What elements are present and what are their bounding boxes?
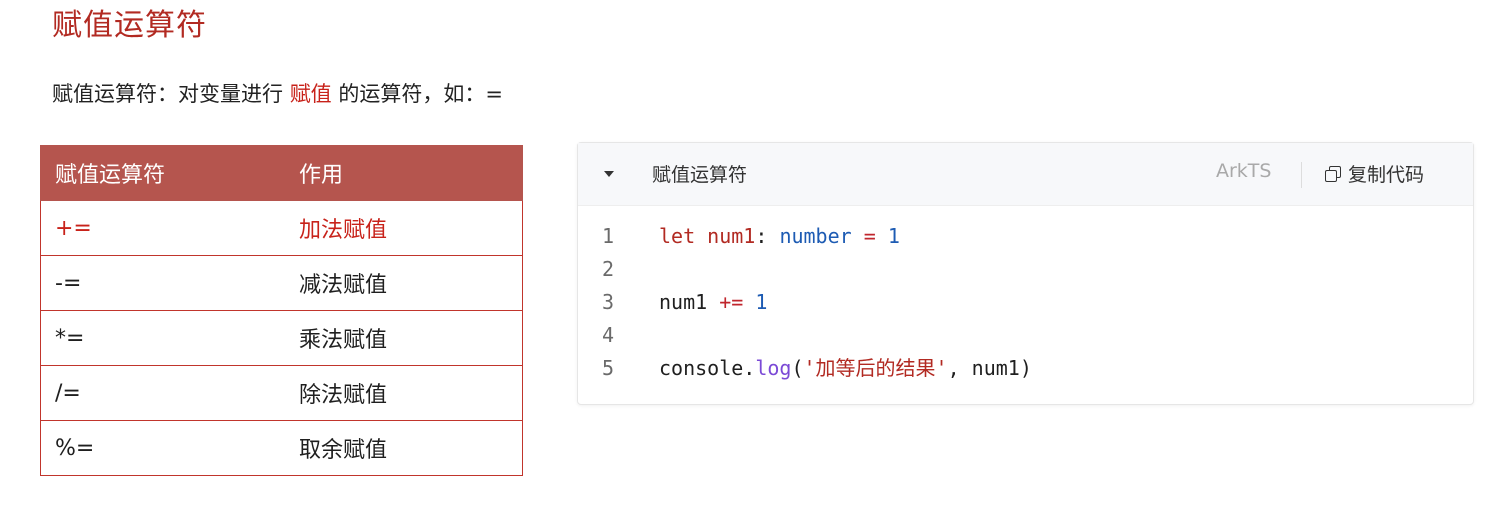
intro-text: 赋值运算符：对变量进行 赋值 的运算符，如：= <box>52 78 503 110</box>
code-token: 1 <box>887 224 900 248</box>
line-number: 2 <box>602 257 615 281</box>
intro-prefix: 赋值运算符：对变量进行 <box>52 82 290 106</box>
code-token: number <box>779 224 852 248</box>
code-block: 赋值运算符 ArkTS 复制代码 1 let num1: number = 123… <box>577 142 1474 405</box>
table-row: /= 除法赋值 <box>40 365 523 421</box>
intro-suffix: 的运算符，如：= <box>331 82 503 106</box>
copy-icon <box>1324 165 1342 183</box>
code-token: num1 <box>707 224 756 248</box>
operator-cell: += <box>40 200 277 256</box>
copy-code-button[interactable]: 复制代码 <box>1324 160 1424 187</box>
code-body: 1 let num1: number = 1 2 3 num1 += 1 4 5 consol… <box>578 223 1473 388</box>
code-token: += <box>719 290 744 314</box>
operator-cell: %= <box>40 420 277 476</box>
code-token: = <box>863 224 876 248</box>
meaning-cell: 取余赋值 <box>277 420 523 476</box>
operator-table: 赋值运算符 作用 += 加法赋值 -= 减法赋值 *= 乘法赋值 /= 除法赋值… <box>40 145 523 476</box>
code-line: 5 console.log('加等后的结果', num1) <box>578 355 1473 388</box>
code-block-title: 赋值运算符 <box>652 164 748 186</box>
meaning-cell: 除法赋值 <box>277 365 523 421</box>
meaning-cell: 乘法赋值 <box>277 310 523 366</box>
caret-down-icon[interactable] <box>604 171 614 177</box>
code-block-header: 赋值运算符 ArkTS 复制代码 <box>578 143 1473 206</box>
table-row: *= 乘法赋值 <box>40 310 523 366</box>
copy-code-label: 复制代码 <box>1348 164 1425 186</box>
table-row: %= 取余赋值 <box>40 420 523 476</box>
code-line: 1 let num1: number = 1 <box>578 223 1473 256</box>
table-row: += 加法赋值 <box>40 200 523 256</box>
line-number: 1 <box>602 224 615 248</box>
line-number: 5 <box>602 356 615 380</box>
header-divider <box>1301 162 1302 188</box>
table-header-row: 赋值运算符 作用 <box>40 145 523 201</box>
code-text: console.log('加等后的结果', num1) <box>659 355 1032 381</box>
code-text: let num1: number = 1 <box>659 223 900 249</box>
page-title: 赋值运算符 <box>52 8 207 43</box>
code-token: console. <box>659 356 756 380</box>
table-header-operator: 赋值运算符 <box>40 145 277 201</box>
code-token: : <box>755 224 780 248</box>
operator-cell: *= <box>40 310 277 366</box>
table-row: -= 减法赋值 <box>40 255 523 311</box>
code-token: let <box>659 224 696 248</box>
intro-highlight: 赋值 <box>289 82 332 106</box>
line-number: 3 <box>602 290 615 314</box>
meaning-cell: 加法赋值 <box>277 200 523 256</box>
code-token: 1 <box>755 290 768 314</box>
meaning-cell: 减法赋值 <box>277 255 523 311</box>
code-line: 3 num1 += 1 <box>578 289 1473 322</box>
code-token: num1 <box>659 290 708 314</box>
code-line: 4 <box>578 322 1473 355</box>
table-header-meaning: 作用 <box>277 145 523 201</box>
code-language-label: ArkTS <box>1216 160 1272 182</box>
operator-cell: -= <box>40 255 277 311</box>
code-token: '加等后的结果' <box>803 356 948 380</box>
code-line: 2 <box>578 256 1473 289</box>
operator-cell: /= <box>40 365 277 421</box>
code-text: num1 += 1 <box>659 289 767 315</box>
code-token: ( <box>791 356 804 380</box>
code-token: log <box>755 356 792 380</box>
code-token: , num1) <box>947 356 1032 380</box>
line-number: 4 <box>602 323 615 347</box>
